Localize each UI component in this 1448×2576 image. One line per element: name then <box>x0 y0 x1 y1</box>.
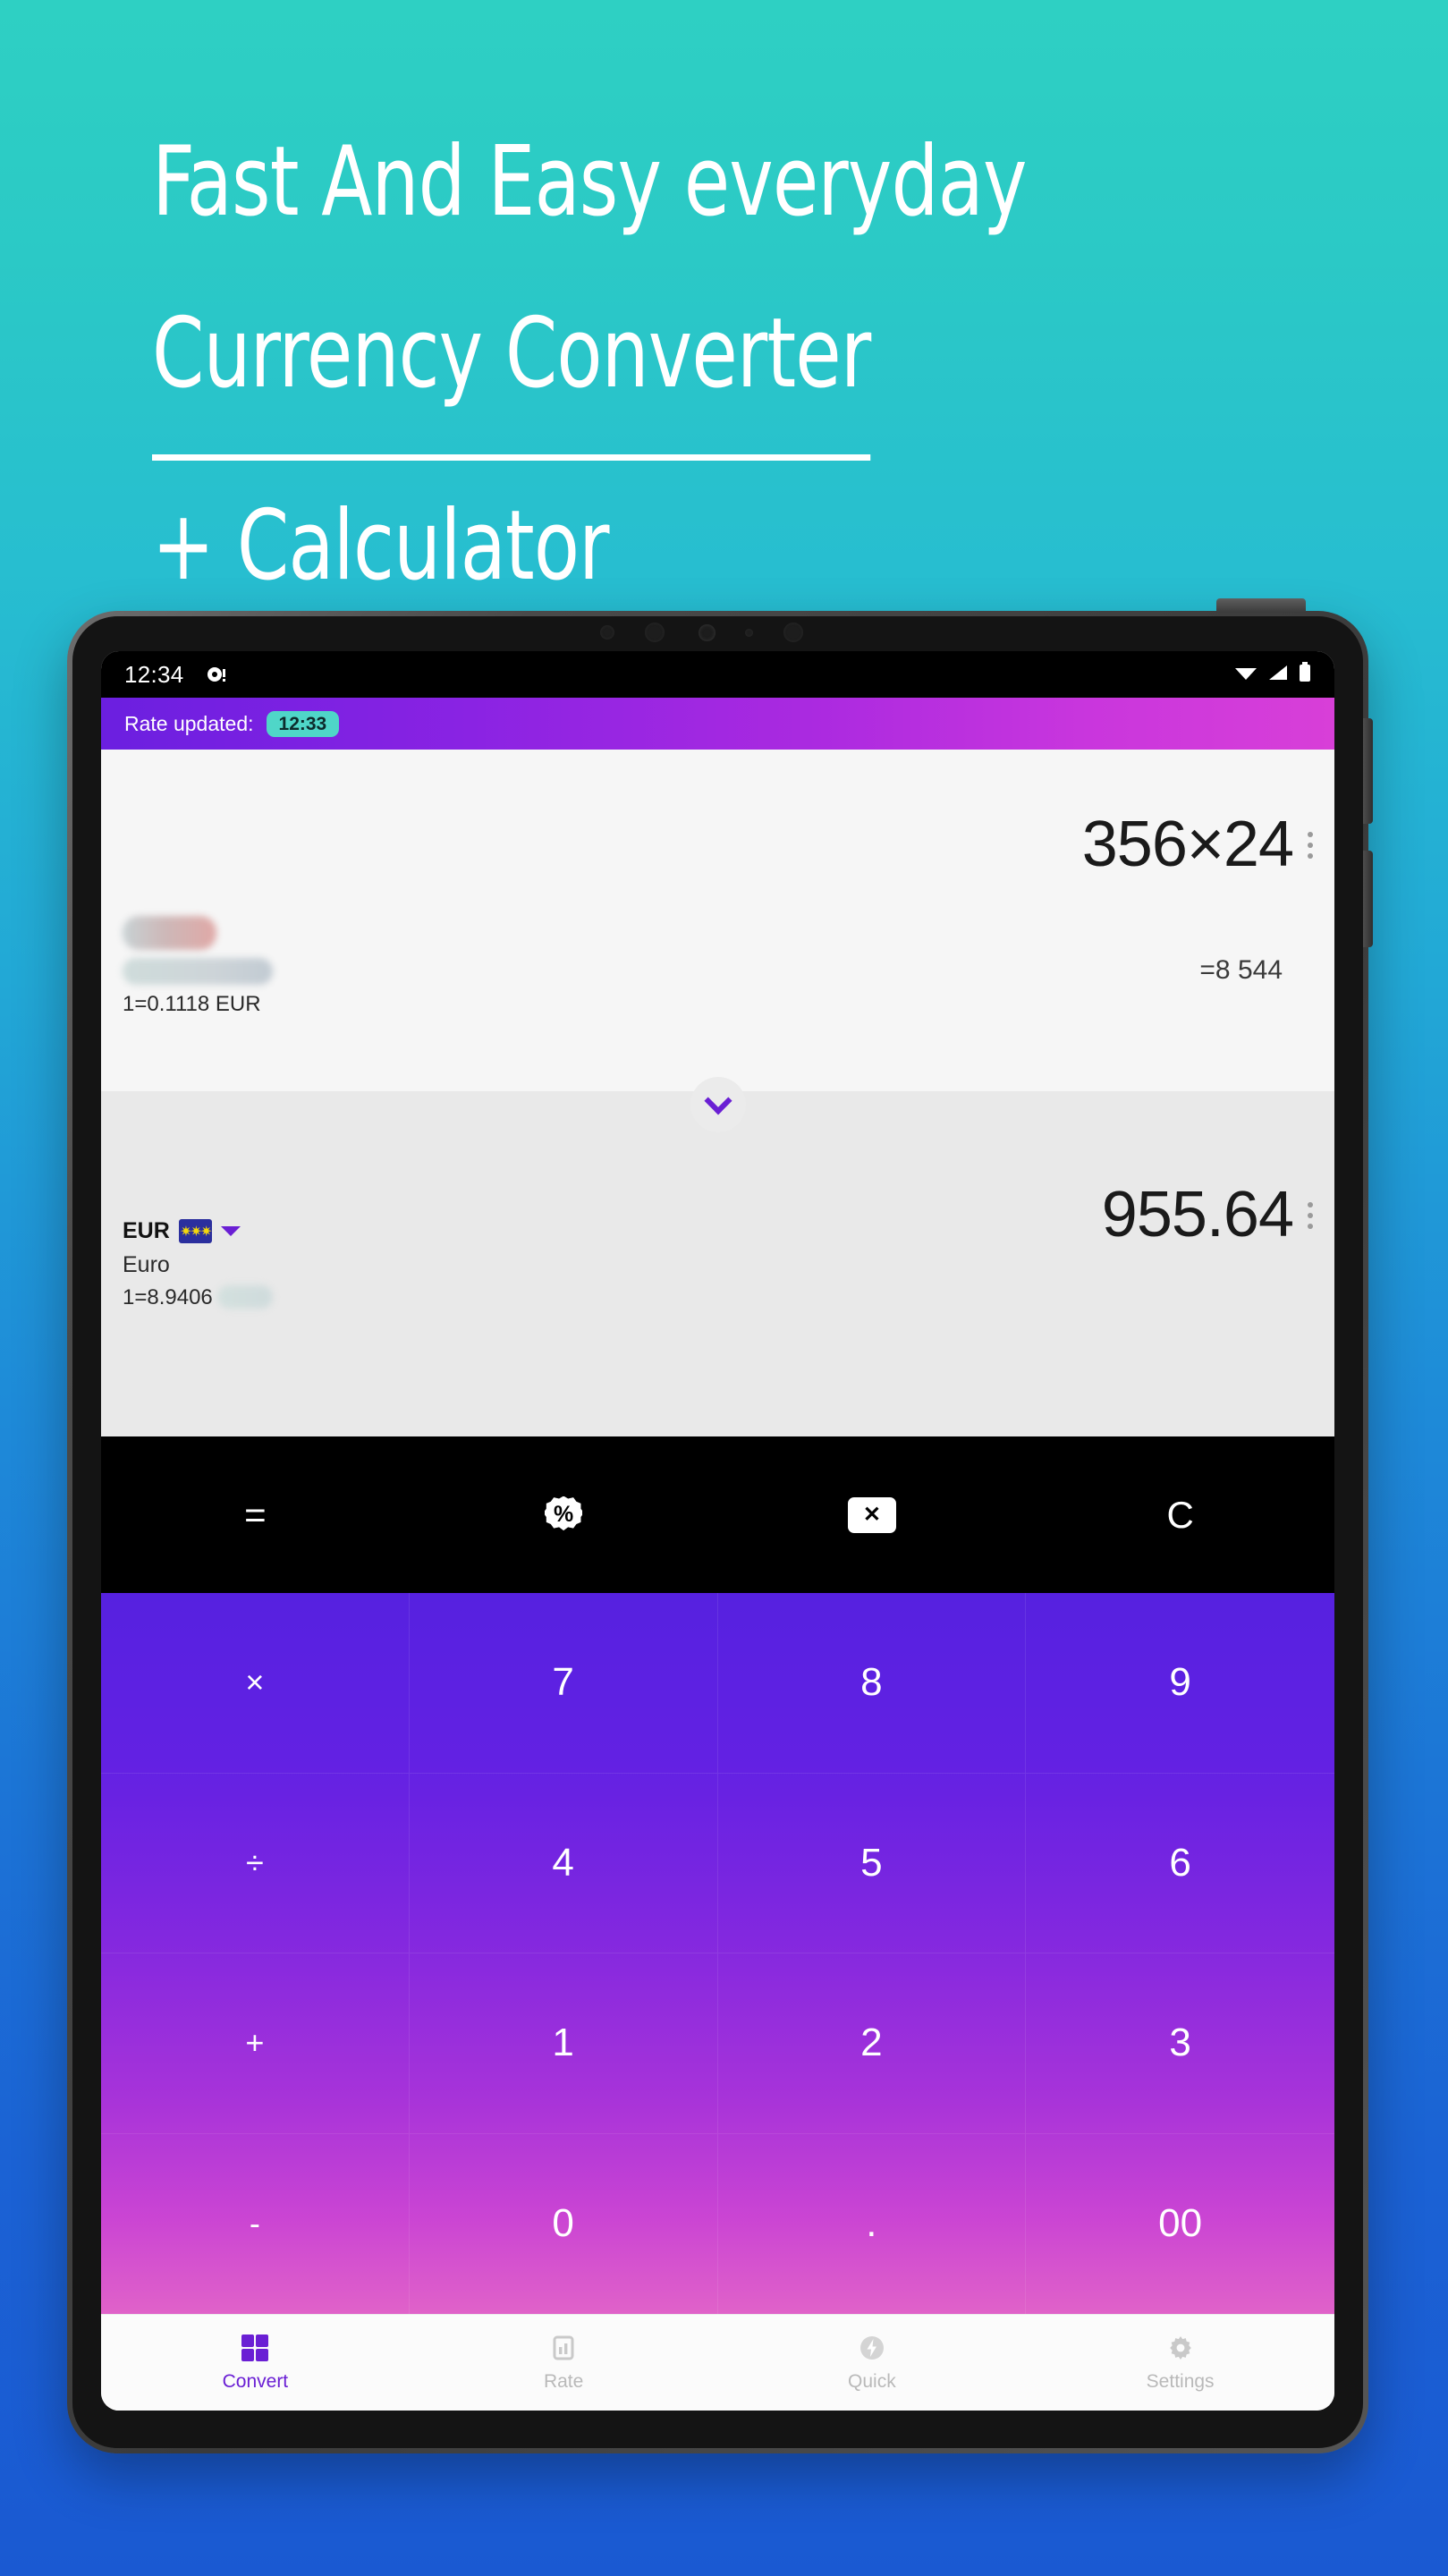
key-7[interactable]: 7 <box>409 1593 718 1774</box>
flash-icon <box>857 2333 887 2363</box>
target-currency-name: Euro <box>123 1252 170 1277</box>
tablet-bezel: 12:34 Rate updated: 12:33 356×24 =8 544 … <box>72 616 1363 2448</box>
target-rate-line: 1=8.9406 <box>123 1285 273 1310</box>
headline-line-2-wrap: Currency Converter <box>152 268 1075 461</box>
key-2[interactable]: 2 <box>717 1953 1027 2134</box>
status-bar: 12:34 <box>101 651 1334 698</box>
sensor-icon-1 <box>600 625 614 640</box>
nav-label-settings: Settings <box>1146 2371 1215 2392</box>
target-currency-code: EUR <box>123 1218 170 1243</box>
eu-flag-icon: ✷✷✷ <box>178 1219 212 1243</box>
key-1[interactable]: 1 <box>409 1953 718 2134</box>
source-currency-row[interactable]: 356×24 =8 544 1=0.1118 EUR <box>101 750 1334 1091</box>
nav-item-convert[interactable]: Convert <box>101 2333 410 2393</box>
notification-dot-icon <box>204 663 227 686</box>
key-minus[interactable]: - <box>101 2133 410 2314</box>
source-currency-code-redacted[interactable] <box>123 916 216 950</box>
operator-bar: = % ✕ C <box>101 1436 1334 1593</box>
equals-label: = <box>244 1493 267 1536</box>
headline-line-1: Fast And Easy everyday <box>152 126 1027 238</box>
target-rate-value: 1=8.9406 <box>123 1285 213 1309</box>
key-9[interactable]: 9 <box>1026 1593 1334 1774</box>
target-rate-suffix-redacted <box>216 1285 273 1309</box>
sensor-icon-4 <box>783 623 803 642</box>
key-plus[interactable]: + <box>101 1953 410 2134</box>
front-camera-strip <box>72 616 1363 651</box>
key-5[interactable]: 5 <box>717 1773 1027 1953</box>
key-3[interactable]: 3 <box>1026 1953 1334 2134</box>
key-divide[interactable]: ÷ <box>101 1773 410 1953</box>
key-decimal[interactable]: . <box>718 2133 1027 2314</box>
volume-up-button[interactable] <box>1363 718 1373 824</box>
nav-label-convert: Convert <box>222 2371 289 2392</box>
caret-down-icon[interactable] <box>220 1226 241 1236</box>
source-kebab-menu-icon[interactable] <box>1308 812 1313 859</box>
sensor-icon-3 <box>745 629 753 637</box>
percent-button[interactable]: % <box>410 1436 718 1593</box>
app-bar: Rate updated: 12:33 <box>101 698 1334 750</box>
nav-label-rate: Rate <box>543 2371 584 2392</box>
target-amount-wrap: 955.64 <box>1102 1182 1313 1247</box>
key-6[interactable]: 6 <box>1026 1774 1334 1953</box>
bottom-navigation: Convert Rate Quick Settings <box>101 2314 1334 2411</box>
clear-label: C <box>1166 1493 1194 1536</box>
equals-button[interactable]: = <box>101 1436 410 1593</box>
chevron-down-icon <box>703 1087 732 1115</box>
source-result: =8 544 <box>1199 955 1283 985</box>
nav-item-settings[interactable]: Settings <box>1026 2333 1334 2393</box>
promo-headline: Fast And Easy everyday Currency Converte… <box>152 97 1225 632</box>
source-currency-name-redacted <box>123 958 273 985</box>
cellular-signal-icon <box>1267 662 1289 688</box>
gear-icon <box>1165 2333 1196 2363</box>
target-amount[interactable]: 955.64 <box>1102 1182 1294 1247</box>
key-multiply[interactable]: × <box>101 1593 410 1774</box>
sensor-icon-2 <box>645 623 665 642</box>
bar-chart-icon <box>548 2333 579 2363</box>
backspace-icon: ✕ <box>847 1496 896 1533</box>
rate-updated-label: Rate updated: <box>124 711 254 735</box>
front-camera-icon <box>699 624 716 641</box>
volume-down-button[interactable] <box>1363 851 1373 947</box>
status-icons <box>1234 661 1311 688</box>
source-currency-block[interactable]: 1=0.1118 EUR <box>123 916 273 1017</box>
nav-label-quick: Quick <box>848 2371 896 2392</box>
power-button[interactable] <box>1216 598 1306 613</box>
target-kebab-menu-icon[interactable] <box>1308 1182 1313 1229</box>
key-8[interactable]: 8 <box>717 1593 1027 1774</box>
nav-item-rate[interactable]: Rate <box>410 2333 718 2393</box>
calculator-keypad: × 7 8 9 ÷ 4 5 6 + 1 2 3 - 0 . 00 <box>101 1593 1334 2314</box>
target-currency-block[interactable]: EUR ✷✷✷ Euro 1=8.9406 <box>123 1218 273 1310</box>
key-0[interactable]: 0 <box>410 2133 718 2314</box>
app-screen: 12:34 Rate updated: 12:33 356×24 =8 544 … <box>101 651 1334 2411</box>
target-currency-row[interactable]: 955.64 EUR ✷✷✷ Euro 1=8.9406 <box>101 1091 1334 1436</box>
headline-line-2: Currency Converter <box>152 268 871 461</box>
key-4[interactable]: 4 <box>409 1773 718 1953</box>
target-currency-selector[interactable]: EUR ✷✷✷ <box>123 1218 273 1244</box>
backspace-button[interactable]: ✕ <box>718 1436 1027 1593</box>
clear-button[interactable]: C <box>1026 1436 1334 1593</box>
percent-badge-icon: % <box>545 1496 583 1531</box>
key-double-zero[interactable]: 00 <box>1026 2134 1334 2315</box>
tablet-device-frame: 12:34 Rate updated: 12:33 356×24 =8 544 … <box>67 598 1373 2453</box>
rate-updated-badge: 12:33 <box>266 710 340 737</box>
headline-line-3: + Calculator <box>152 490 609 602</box>
swap-currencies-button[interactable] <box>690 1077 746 1132</box>
battery-icon <box>1299 661 1311 688</box>
nav-item-quick[interactable]: Quick <box>718 2333 1027 2393</box>
status-time: 12:34 <box>124 660 184 688</box>
source-amount-wrap: 356×24 <box>1082 812 1313 877</box>
source-amount[interactable]: 356×24 <box>1082 812 1294 877</box>
source-rate-line: 1=0.1118 EUR <box>123 992 261 1016</box>
wifi-icon <box>1234 662 1257 688</box>
calculator-grid-icon <box>240 2333 270 2363</box>
